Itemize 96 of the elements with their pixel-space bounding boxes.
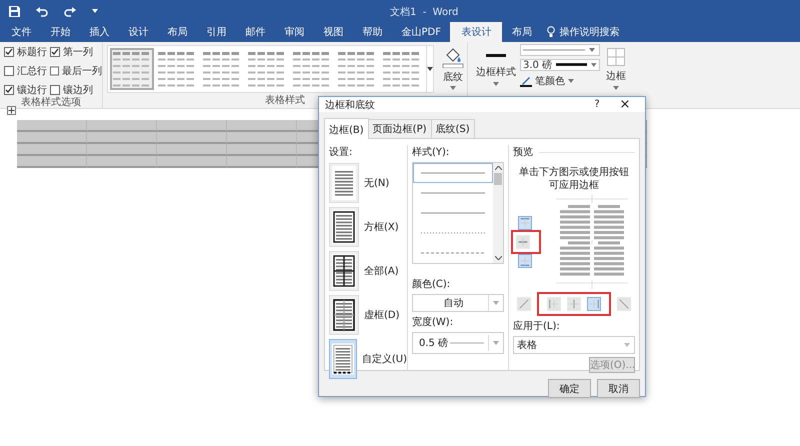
option-label: 标题行 <box>17 46 47 59</box>
ribbon-tab[interactable]: 表设计 <box>450 22 502 42</box>
tell-me-search[interactable]: 操作说明搜索 <box>559 25 620 39</box>
caret-icon <box>589 48 595 52</box>
ribbon-tab[interactable]: 视图 <box>314 22 353 42</box>
line-sample-icon <box>421 232 485 234</box>
table-style-thumbnail[interactable] <box>110 48 154 90</box>
caret-icon <box>493 341 499 345</box>
gallery-more-button[interactable] <box>427 45 434 93</box>
checkbox[interactable] <box>50 85 60 95</box>
line-sample-icon <box>421 212 485 214</box>
caret-icon <box>493 82 499 86</box>
caret-icon <box>613 86 619 90</box>
lightbulb-icon <box>547 26 556 38</box>
scrollbar-thumb-icon[interactable] <box>494 173 502 185</box>
group-label: 表格样式选项 <box>21 97 81 109</box>
checkbox[interactable] <box>4 66 14 76</box>
shading-button[interactable]: 底纹 <box>443 70 463 84</box>
pen-color-button[interactable]: 笔颜色 <box>535 74 565 88</box>
ok-button[interactable]: 确定 <box>548 379 591 398</box>
setting-label: 自定义(U) <box>362 352 407 366</box>
pen-style-dropdown[interactable] <box>520 44 600 56</box>
customize-icon[interactable] <box>92 9 98 13</box>
group-label: 表格样式 <box>265 95 305 108</box>
color-label: 颜色(C): <box>412 278 452 291</box>
ribbon-tab[interactable]: 开始 <box>41 22 80 42</box>
ribbon-tab[interactable]: 帮助 <box>353 22 392 42</box>
ribbon-tab[interactable]: 金山PDF <box>392 22 450 42</box>
redo-icon[interactable] <box>64 6 76 16</box>
ribbon-tab[interactable]: 文件 <box>2 22 41 42</box>
line-sample-icon <box>421 252 485 254</box>
checkbox[interactable] <box>4 47 14 57</box>
setting-label: 全部(A) <box>364 264 399 278</box>
width-dropdown[interactable]: 0.5 磅 <box>412 332 504 354</box>
ribbon-tab[interactable]: 设计 <box>119 22 158 42</box>
close-button[interactable]: × <box>611 97 639 112</box>
undo-icon[interactable] <box>36 6 48 16</box>
width-label: 宽度(W): <box>412 316 454 329</box>
save-icon[interactable] <box>9 6 20 16</box>
dialog-tab[interactable]: 底纹(S) <box>430 119 475 138</box>
ribbon-tab[interactable]: 布局 <box>502 22 542 42</box>
ribbon-tab[interactable]: 审阅 <box>275 22 314 42</box>
preview-label: 预览 <box>513 146 533 159</box>
option-label: 汇总行 <box>17 64 47 78</box>
dialog-title: 边框和底纹 <box>325 98 376 112</box>
dialog-tab[interactable]: 边框(B) <box>324 118 369 139</box>
ribbon-tab[interactable]: 引用 <box>197 22 236 42</box>
ribbon-tab[interactable]: 邮件 <box>236 22 275 42</box>
border-toggle-button[interactable] <box>518 254 532 268</box>
option-label: 镶边列 <box>63 84 93 96</box>
caret-icon <box>624 343 630 347</box>
borders-icon[interactable] <box>607 48 625 66</box>
line-sample-icon <box>421 192 485 194</box>
caret-icon <box>568 79 574 83</box>
border-toggle-button[interactable] <box>518 216 532 230</box>
page-border-icon[interactable] <box>329 207 359 247</box>
border-styles-button[interactable]: 边框样式 <box>476 65 516 79</box>
page-border-icon[interactable] <box>329 295 359 335</box>
apply-to-label: 应用于(L): <box>513 320 561 333</box>
border-toggle-button[interactable] <box>587 297 601 311</box>
caret-icon <box>427 67 433 71</box>
window-title: 文档1 - Word <box>390 6 458 19</box>
page-border-icon[interactable] <box>329 251 359 291</box>
setting-label: 方框(X) <box>364 220 399 234</box>
color-dropdown[interactable]: 自动 <box>412 294 504 312</box>
apply-to-dropdown[interactable]: 表格 <box>513 336 635 354</box>
line-style-list[interactable] <box>412 162 504 264</box>
table-move-handle-icon[interactable] <box>7 106 16 115</box>
scroll-down-icon[interactable] <box>494 256 502 260</box>
line-sample-icon <box>450 342 484 344</box>
caret-icon <box>493 301 499 305</box>
borders-button[interactable]: 边框 <box>606 69 626 83</box>
option-label: 镶边行 <box>17 84 47 96</box>
caret-icon <box>591 63 597 67</box>
setting-label: 虚框(D) <box>364 308 400 322</box>
line-style-option[interactable] <box>413 163 493 183</box>
option-label: 第一列 <box>63 46 93 59</box>
checkbox[interactable] <box>50 47 60 57</box>
settings-label: 设置: <box>329 146 354 159</box>
checkbox[interactable] <box>50 66 59 76</box>
preview-hint: 单击下方图示或使用按钮可应用边框 <box>518 166 630 192</box>
setting-label: 无(N) <box>364 177 390 190</box>
line-sample-icon <box>421 172 485 174</box>
thin-line-icon <box>523 48 585 52</box>
style-label: 样式(Y): <box>412 146 450 159</box>
paint-bucket-icon[interactable] <box>442 46 464 68</box>
ribbon-tab[interactable]: 插入 <box>80 22 119 42</box>
option-label: 最后一列 <box>62 64 102 78</box>
caret-icon <box>450 86 456 90</box>
thick-line-icon <box>556 63 588 67</box>
cancel-button[interactable]: 取消 <box>597 379 640 398</box>
checkbox[interactable] <box>4 85 14 95</box>
pen-icon <box>520 75 532 87</box>
scroll-up-icon[interactable] <box>494 166 502 170</box>
help-button[interactable]: ? <box>583 99 611 110</box>
ribbon-tab[interactable]: 布局 <box>158 22 197 42</box>
